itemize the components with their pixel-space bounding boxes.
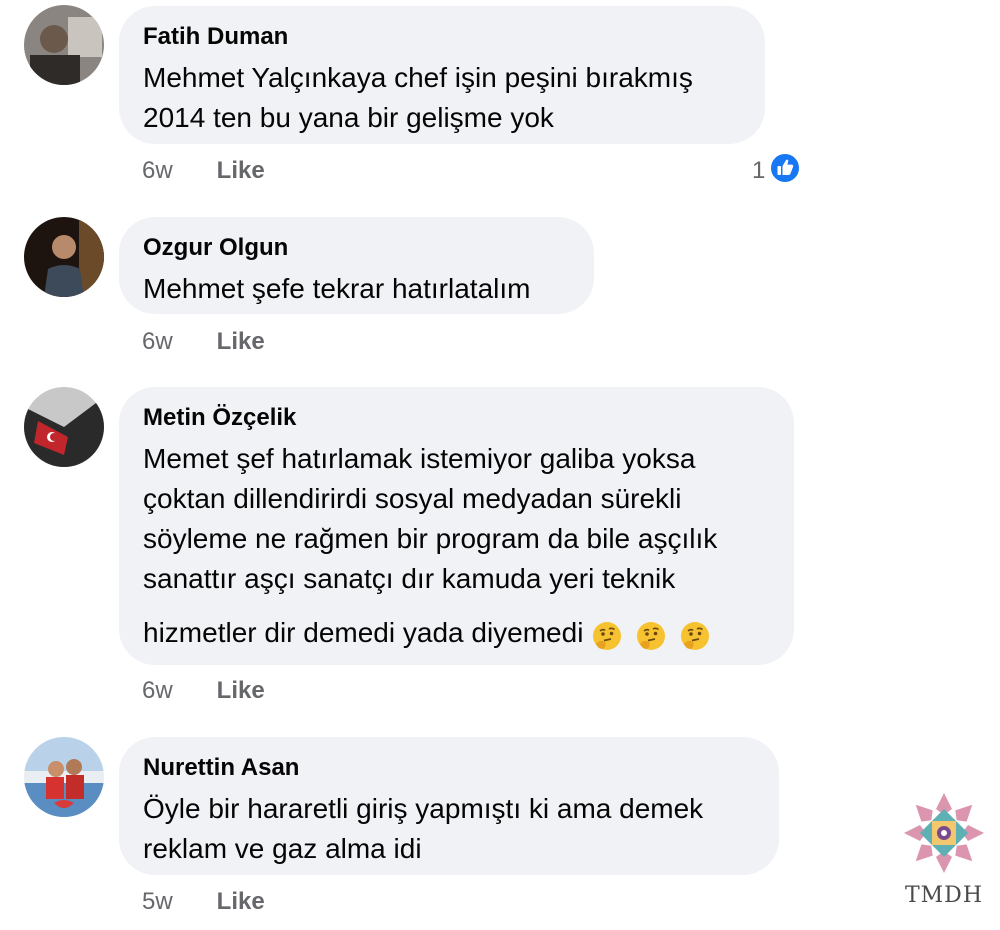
comment-bubble: Ozgur Olgun Mehmet şefe tekrar hatırlata…: [119, 217, 594, 314]
comment-author[interactable]: Nurettin Asan: [143, 753, 753, 783]
reaction-count: 1: [752, 157, 766, 184]
avatar[interactable]: [24, 5, 104, 85]
like-button[interactable]: Like: [217, 157, 265, 184]
comment-time[interactable]: 5w: [142, 887, 210, 917]
comment-bubble: Fatih Duman Mehmet Yalçınkaya chef işin …: [119, 6, 765, 144]
comment-bubble: Metin Özçelik Memet şef hatırlamak istem…: [119, 387, 794, 665]
comment-bubble: Nurettin Asan Öyle bir hararetli giriş y…: [119, 737, 779, 875]
like-reaction-icon: [769, 151, 802, 191]
like-button[interactable]: Like: [217, 677, 265, 704]
mandala-logo-icon: [901, 793, 987, 880]
like-button[interactable]: Like: [217, 328, 265, 355]
comment-text: Memet şef hatırlamak istemiyor galiba yo…: [143, 443, 718, 594]
comment-text: Mehmet Yalçınkaya chef işin peşini bırak…: [143, 62, 693, 133]
comment-text: Öyle bir hararetli giriş yapmıştı ki ama…: [143, 793, 704, 864]
avatar[interactable]: [24, 387, 104, 467]
comment-time[interactable]: 6w: [142, 676, 210, 706]
reaction-summary[interactable]: 1: [752, 151, 802, 191]
comment-author[interactable]: Ozgur Olgun: [143, 233, 568, 263]
thinking-face-emoji: [679, 619, 715, 651]
comment-meta: 5w Like: [142, 887, 265, 917]
watermark: TMDH: [894, 790, 994, 908]
avatar[interactable]: [24, 737, 104, 817]
watermark-text: TMDH: [904, 883, 984, 908]
comment-text: Mehmet şefe tekrar hatırlatalım: [143, 273, 531, 304]
comment-author[interactable]: Fatih Duman: [143, 22, 739, 52]
thinking-face-emoji: [591, 619, 635, 651]
comment-meta: 6w Like: [142, 676, 265, 706]
comment-time[interactable]: 6w: [142, 327, 210, 357]
thinking-face-emoji: [635, 619, 679, 651]
like-button[interactable]: Like: [217, 888, 265, 915]
comment-meta: 6w Like: [142, 327, 265, 357]
comment-time[interactable]: 6w: [142, 156, 210, 186]
comment-text-last: hizmetler dir demedi yada diyemedi: [143, 617, 584, 648]
comment-author[interactable]: Metin Özçelik: [143, 403, 768, 433]
avatar[interactable]: [24, 217, 104, 297]
comment-meta: 6w Like: [142, 156, 265, 186]
